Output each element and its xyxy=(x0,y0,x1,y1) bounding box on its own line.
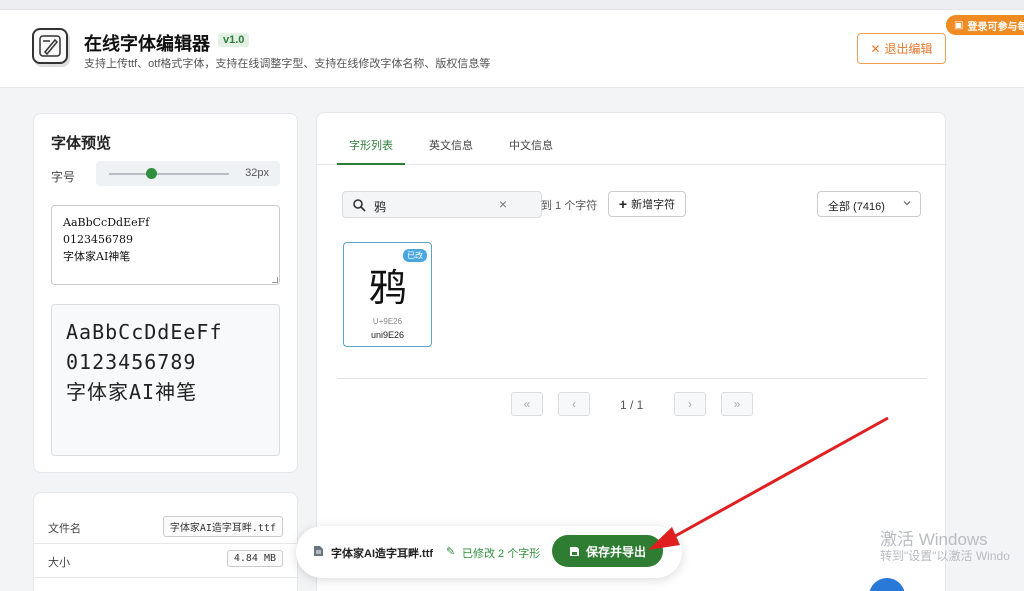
page-indicator: 1 / 1 xyxy=(620,398,644,412)
preview-title: 字体预览 xyxy=(51,135,112,152)
font-size-value: 32px xyxy=(245,167,269,179)
preview-render-area: AaBbCcDdEeFf 0123456789 字体家AI神笔 xyxy=(51,304,280,456)
gift-icon: ▣ xyxy=(954,19,964,31)
save-export-button[interactable]: 保存并导出 xyxy=(552,535,663,567)
font-preview-panel: 字体预览 字号 32px AaBbCcDdEeFf 0123456789 字体家… xyxy=(33,113,298,473)
export-file-name: 字体家AI造字耳畔.ttf xyxy=(331,548,434,560)
search-input[interactable]: 鸦 xyxy=(374,198,386,215)
app-subtitle: 支持上传ttf、otf格式字体，支持在线调整字型、支持在线修改字体名称、版权信息… xyxy=(84,58,491,70)
size-value: 4.84 MB xyxy=(226,550,283,567)
close-icon: ✕ xyxy=(870,41,881,56)
filename-value: 字体家AI造字耳畔.ttf xyxy=(162,516,283,537)
save-export-label: 保存并导出 xyxy=(585,544,646,559)
font-info-panel: 文件名 字体家AI造字耳畔.ttf 大小 4.84 MB xyxy=(33,492,299,591)
filename-label: 文件名 xyxy=(48,523,81,535)
textarea-resize-handle[interactable] xyxy=(272,277,278,283)
search-icon xyxy=(353,199,366,212)
info-row-size: 大小 4.84 MB xyxy=(34,544,299,578)
font-size-slider-track[interactable] xyxy=(109,173,229,175)
promo-label: 登录可参与每 xyxy=(967,21,1024,33)
promo-banner[interactable]: ▣ 登录可参与每 xyxy=(946,15,1024,35)
add-glyph-label: 新增字符 xyxy=(631,199,676,211)
save-bar: 字体家AI造字耳畔.ttf ✎ 已修改 2 个字形 保存并导出 xyxy=(296,526,682,578)
glyph-unicode: U+9E26 xyxy=(372,317,403,326)
glyph-editor-panel: 字形列表 英文信息 中文信息 鸦 × 到 1 个字符 + 新增字符 全部 (74… xyxy=(316,112,947,591)
plus-icon: + xyxy=(618,196,628,212)
clear-search-icon[interactable]: × xyxy=(499,196,507,212)
exit-edit-label: 退出编辑 xyxy=(884,42,933,56)
first-page-button[interactable]: « xyxy=(511,392,543,416)
app-header: 在线字体编辑器 v1.0 支持上传ttf、otf格式字体，支持在线调整字型、支持… xyxy=(0,10,1024,88)
last-page-button[interactable]: » xyxy=(721,392,753,416)
pen-icon xyxy=(39,35,61,57)
font-size-slider-box: 32px xyxy=(96,161,280,186)
font-size-slider-thumb[interactable] xyxy=(146,168,157,179)
tab-english-info[interactable]: 英文信息 xyxy=(417,137,485,165)
glyph-filter-select[interactable]: 全部 (7416) xyxy=(817,191,921,217)
divider xyxy=(337,378,927,379)
glyph-name: uni9E26 xyxy=(370,330,405,340)
pencil-icon: ✎ xyxy=(446,546,456,558)
tab-chinese-info[interactable]: 中文信息 xyxy=(497,137,565,165)
version-badge: v1.0 xyxy=(218,33,250,47)
font-size-label: 字号 xyxy=(51,170,76,184)
exit-edit-button[interactable]: ✕ 退出编辑 xyxy=(857,33,946,64)
modified-count: 已修改 2 个字形 xyxy=(462,548,541,560)
prev-page-button[interactable]: ‹ xyxy=(558,392,590,416)
app-title: 在线字体编辑器 xyxy=(84,34,210,54)
app-logo xyxy=(32,28,68,64)
size-label: 大小 xyxy=(48,557,70,569)
preview-text-input[interactable]: AaBbCcDdEeFf 0123456789 字体家AI神笔 xyxy=(51,205,280,285)
chevron-down-icon xyxy=(903,201,911,206)
next-page-button[interactable]: › xyxy=(674,392,706,416)
tab-bar: 字形列表 英文信息 中文信息 xyxy=(317,113,947,165)
file-icon xyxy=(314,546,323,556)
glyph-card[interactable]: 已改 鸦 U+9E26 uni9E26 xyxy=(343,242,432,347)
match-count: 到 1 个字符 xyxy=(541,200,598,212)
add-glyph-button[interactable]: + 新增字符 xyxy=(608,191,686,217)
tab-glyph-list[interactable]: 字形列表 xyxy=(337,137,405,165)
save-icon xyxy=(569,546,579,556)
windows-watermark-subtitle: 转到"设置"以激活 Windo xyxy=(880,549,1010,563)
glyph-search-box[interactable]: 鸦 × xyxy=(342,191,542,218)
filter-value: 全部 (7416) xyxy=(828,201,885,213)
glyph-preview: 鸦 xyxy=(368,266,407,310)
info-row-filename: 文件名 字体家AI造字耳畔.ttf xyxy=(34,510,299,544)
browser-top-strip xyxy=(0,0,1024,10)
